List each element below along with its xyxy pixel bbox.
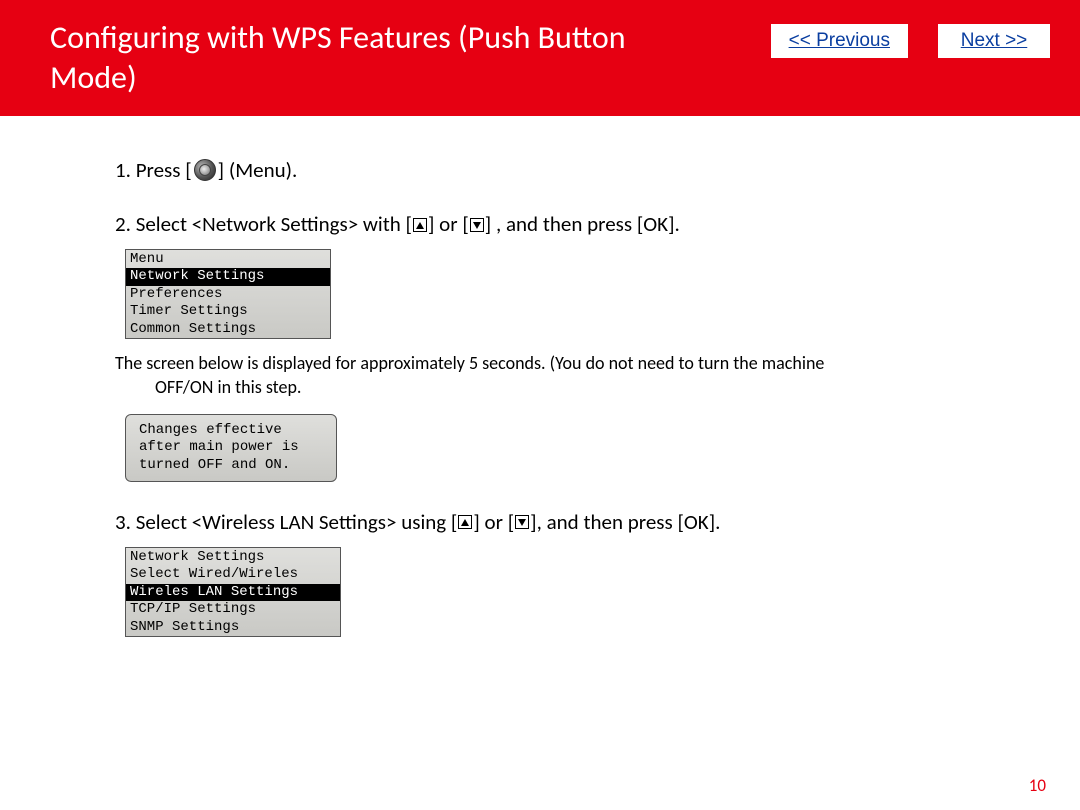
step-2-text-a: 2. Select <Network Settings> with [ [115,210,412,238]
note-line2: OFF/ON in this step. [115,375,975,399]
step-2-text-c: ] , and then press [OK]. [485,210,680,238]
lcd1-row-selected: Network Settings [126,268,330,286]
up-arrow-icon [458,515,472,529]
lcd3-row-selected: Wireles LAN Settings [126,584,340,602]
lcd1-row: Common Settings [126,321,330,339]
previous-button[interactable]: << Previous [771,24,908,58]
lcd3-title: Network Settings [126,548,340,567]
page-number: 10 [1029,775,1046,796]
lcd3-row: SNMP Settings [126,619,340,637]
step-3-text-b: ] or [ [473,508,514,536]
down-arrow-icon [515,515,529,529]
lcd-menu-screenshot: Menu Network Settings Preferences Timer … [125,249,331,340]
note-line1: The screen below is displayed for approx… [115,352,824,374]
lcd3-row: Select Wired/Wireles [126,566,340,584]
next-button[interactable]: Next >> [938,24,1050,58]
content-area: 1. Press [ ] (Menu). 2. Select <Network … [0,116,1080,637]
lcd-changes-screenshot: Changes effective after main power is tu… [125,414,337,483]
down-arrow-icon [470,218,484,232]
step-2-text-b: ] or [ [428,210,469,238]
lcd2-row: turned OFF and ON. [135,457,327,475]
step-1-text-a: 1. Press [ [115,156,192,184]
note-text: The screen below is displayed for approx… [115,351,975,400]
page: Configuring with WPS Features (Push Butt… [0,0,1080,810]
lcd-network-screenshot: Network Settings Select Wired/Wireles Wi… [125,547,341,638]
up-arrow-icon [413,218,427,232]
step-3: 3. Select <Wireless LAN Settings> using … [115,508,1020,637]
lcd1-row: Preferences [126,286,330,304]
step-3-text-c: ], and then press [OK]. [530,508,720,536]
menu-button-icon [194,159,216,181]
nav-buttons: << Previous Next >> [771,24,1050,58]
lcd3-row: TCP/IP Settings [126,601,340,619]
step-3-text-a: 3. Select <Wireless LAN Settings> using … [115,508,457,536]
step-1: 1. Press [ ] (Menu). [115,156,1020,184]
lcd2-row: after main power is [135,439,327,457]
step-1-text-b: ] (Menu). [218,156,298,184]
lcd2-row: Changes effective [135,422,327,440]
page-title: Configuring with WPS Features (Push Butt… [50,18,670,98]
header-bar: Configuring with WPS Features (Push Butt… [0,0,1080,116]
step-2: 2. Select <Network Settings> with [ ] or… [115,210,1020,482]
lcd1-title: Menu [126,250,330,269]
lcd1-row: Timer Settings [126,303,330,321]
